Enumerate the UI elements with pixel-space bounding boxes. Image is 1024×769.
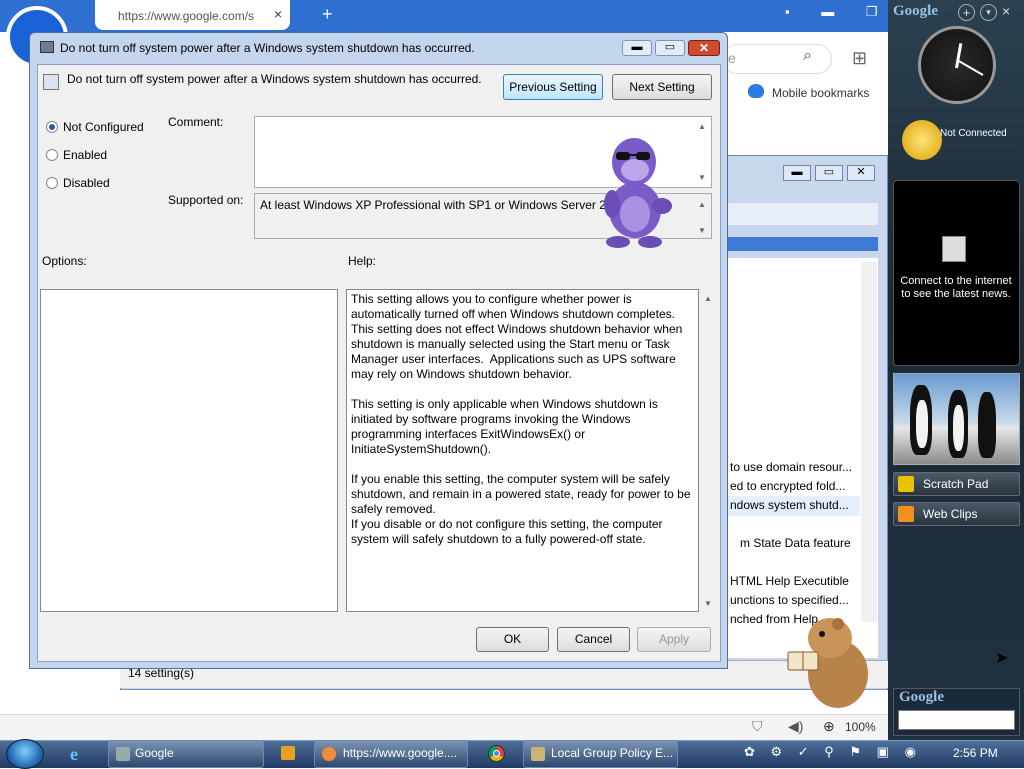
ok-button[interactable]: OK (476, 627, 549, 652)
options-panel (40, 289, 338, 612)
penguin-icon (978, 392, 996, 458)
previous-setting-button[interactable]: Previous Setting (503, 74, 603, 100)
mobile-bookmarks-link[interactable]: Mobile bookmarks (748, 86, 869, 100)
taskbar-item-google[interactable] (108, 740, 264, 768)
dialog-minimize-button[interactable]: ▬ (622, 40, 652, 56)
scroll-down-icon[interactable]: ▼ (698, 173, 706, 182)
sidebar-logo: Google (893, 3, 938, 19)
comment-label: Comment: (168, 115, 224, 129)
bonzi-buddy-icon[interactable] (600, 130, 680, 248)
scroll-down-icon[interactable]: ▼ (698, 226, 706, 235)
browser-icon (322, 747, 336, 761)
gp-maximize-button[interactable]: ▭ (815, 165, 843, 181)
cancel-button[interactable]: Cancel (557, 627, 630, 652)
policy-icon (40, 41, 54, 53)
policy-editor-icon (531, 747, 545, 761)
taskbar-item-label: Google (135, 746, 174, 760)
rss-icon (898, 506, 914, 522)
enabled-label[interactable]: Enabled (63, 148, 107, 162)
supported-on-label: Supported on: (168, 193, 244, 207)
search-input[interactable] (722, 44, 832, 74)
supported-on-value: At least Windows XP Professional with SP… (260, 198, 626, 212)
weather-status: Not Connected (940, 128, 1007, 139)
tab-url-label: https://www.google.com/s (118, 9, 255, 23)
scroll-up-icon[interactable]: ▲ (704, 294, 712, 303)
enabled-radio[interactable] (46, 149, 58, 161)
taskbar-item-label: https://www.google.... (343, 746, 458, 760)
taskbar-item-label: Local Group Policy E... (551, 746, 674, 760)
penguin-belly (916, 400, 928, 448)
news-message: Connect to the internet to see the lates… (900, 275, 1012, 300)
apps-grid-icon[interactable]: ⊞ (852, 48, 867, 69)
table-row[interactable]: HTML Help Executible (730, 574, 858, 588)
mouse-cursor-icon: ➤ (995, 650, 1009, 667)
speaker-icon[interactable]: ◀) (788, 718, 803, 735)
media-player-icon[interactable] (281, 746, 295, 760)
scroll-down-icon[interactable]: ▼ (704, 599, 712, 608)
table-row[interactable]: unctions to specified... (730, 593, 858, 607)
scroll-up-icon[interactable]: ▲ (698, 122, 706, 131)
sidebar-item-label: Web Clips (923, 507, 978, 521)
dialog-title: Do not turn off system power after a Win… (60, 41, 475, 55)
newspaper-icon (942, 236, 966, 262)
sidebar-menu-button[interactable]: ▾ (980, 4, 997, 21)
gp-scrollbar[interactable] (861, 262, 877, 622)
hamster-reading-icon (787, 618, 868, 708)
sidebar-item-label: Scratch Pad (923, 477, 989, 491)
start-button[interactable] (6, 739, 44, 769)
options-label: Options: (42, 254, 87, 268)
zoom-icon[interactable]: ⊕ (823, 718, 835, 735)
google-desktop-icon (116, 747, 130, 761)
setting-icon (43, 74, 59, 90)
help-text: This setting allows you to configure whe… (351, 292, 691, 546)
dialog-close-button[interactable]: ✕ (688, 40, 720, 56)
not-configured-label[interactable]: Not Configured (63, 120, 144, 134)
tab-close-icon[interactable]: × (274, 6, 282, 22)
search-input-text: e (728, 50, 736, 66)
dialog-maximize-button[interactable]: ▭ (655, 40, 685, 56)
gp-header-strip (728, 237, 878, 251)
sidebar-search-logo: Google (899, 689, 944, 705)
penguin-belly (953, 405, 964, 451)
gp-close-button[interactable]: ✕ (847, 165, 875, 181)
table-row[interactable]: to use domain resour... (730, 460, 858, 474)
sidebar-close-icon[interactable]: × (1002, 3, 1010, 19)
scroll-up-icon[interactable]: ▲ (698, 200, 706, 209)
weather-sun-icon (902, 120, 942, 160)
news-gadget[interactable] (893, 180, 1020, 366)
next-setting-button[interactable]: Next Setting (612, 74, 712, 100)
apply-button[interactable]: Apply (637, 627, 711, 652)
sidebar-search-input[interactable] (898, 710, 1015, 730)
notepad-icon (898, 476, 914, 492)
disabled-label[interactable]: Disabled (63, 176, 110, 190)
table-row[interactable]: ed to encrypted fold... (730, 479, 858, 493)
search-icon[interactable]: ⌕ (803, 47, 812, 65)
shield-icon[interactable]: ⛉ (752, 718, 763, 735)
table-row[interactable]: m State Data feature (740, 536, 868, 550)
zoom-level[interactable]: 100% (845, 720, 876, 734)
chrome-icon-center (493, 750, 500, 757)
new-tab-button[interactable]: + (322, 4, 333, 25)
gp-toolbar (728, 203, 878, 225)
gp-minimize-button[interactable]: ▬ (783, 165, 811, 181)
table-row[interactable]: ndows system shutd... (730, 498, 858, 512)
google-desktop-sidebar (888, 0, 1024, 740)
internet-explorer-icon[interactable]: e (70, 744, 78, 765)
disabled-radio[interactable] (46, 177, 58, 189)
add-gadget-button[interactable]: + (958, 4, 975, 21)
system-tray-icons[interactable]: ✿ ⚙ ✓ ⚲ ⚑ ▣ ◉ (744, 744, 922, 760)
setting-name: Do not turn off system power after a Win… (67, 72, 482, 86)
not-configured-radio[interactable] (46, 121, 58, 133)
help-label: Help: (348, 254, 377, 268)
taskbar-clock[interactable]: 2:56 PM (953, 746, 998, 760)
